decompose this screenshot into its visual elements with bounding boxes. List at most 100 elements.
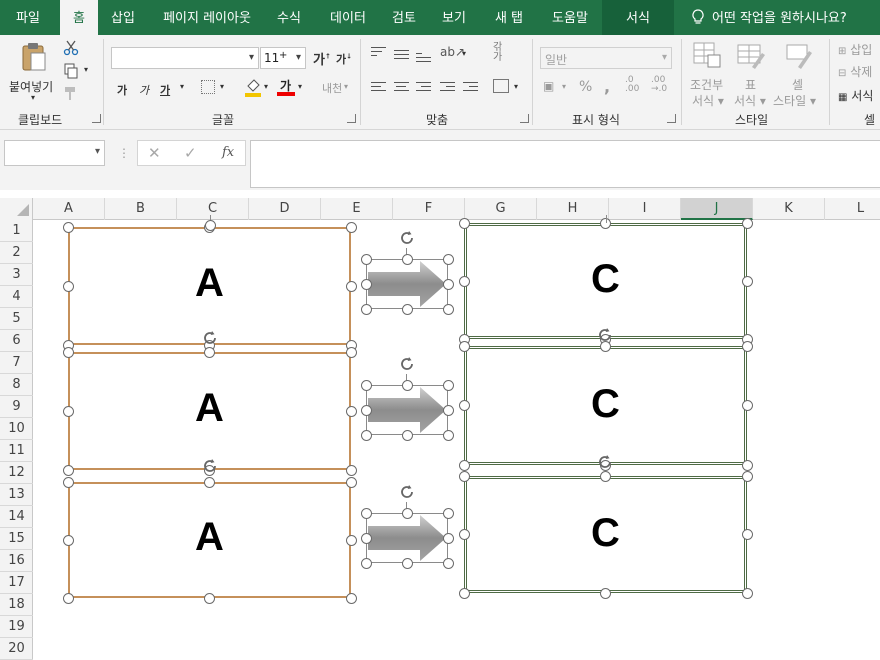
resize-handle[interactable]: [741, 587, 753, 599]
resize-handle[interactable]: [442, 253, 454, 265]
merge-center-icon[interactable]: [493, 79, 509, 93]
align-bottom-icon[interactable]: [416, 53, 431, 65]
formula-input[interactable]: [250, 140, 880, 188]
resize-handle[interactable]: [360, 404, 372, 416]
decrease-decimal-icon[interactable]: .00 →.0: [651, 76, 667, 94]
resize-handle[interactable]: [442, 379, 454, 391]
resize-handle[interactable]: [204, 476, 215, 488]
borders-dropdown-icon[interactable]: ▾: [220, 82, 224, 91]
insert-function-button[interactable]: fx: [222, 145, 234, 160]
right-arrow-shape[interactable]: [366, 385, 448, 435]
conditional-format-button[interactable]: 조건부: [690, 76, 723, 93]
font-name-combo[interactable]: ▾: [111, 47, 259, 69]
resize-handle[interactable]: [442, 507, 454, 519]
fill-color-dropdown-icon[interactable]: ▾: [264, 82, 268, 91]
resize-handle[interactable]: [741, 340, 753, 352]
percent-button[interactable]: %: [579, 79, 592, 95]
chevron-down-icon[interactable]: ▾: [95, 146, 100, 157]
shape-box-c[interactable]: C: [464, 223, 747, 339]
rotate-handle-icon[interactable]: [201, 457, 219, 475]
tab-view[interactable]: 보기: [433, 0, 475, 35]
rotate-handle-icon[interactable]: [398, 229, 416, 247]
resize-handle[interactable]: [62, 221, 74, 233]
rotate-handle-icon[interactable]: [596, 453, 614, 471]
resize-handle[interactable]: [204, 592, 215, 604]
decrease-indent-icon[interactable]: [440, 82, 455, 94]
resize-handle[interactable]: [345, 534, 357, 546]
resize-handle[interactable]: [360, 303, 372, 315]
shrink-font-icon[interactable]: 가↓: [336, 51, 352, 67]
increase-indent-icon[interactable]: [463, 82, 478, 94]
font-color-dropdown-icon[interactable]: ▾: [298, 82, 302, 91]
resize-handle[interactable]: [360, 429, 372, 441]
resize-handle[interactable]: [62, 464, 74, 476]
resize-handle[interactable]: [62, 346, 74, 358]
shape-box-c[interactable]: C: [464, 476, 747, 593]
tab-home[interactable]: 홈: [60, 0, 98, 36]
resize-handle[interactable]: [458, 470, 470, 482]
resize-handle[interactable]: [458, 587, 470, 599]
tab-format[interactable]: 서식: [602, 0, 674, 35]
tab-formulas[interactable]: 수식: [268, 0, 310, 35]
tab-review[interactable]: 검토: [383, 0, 425, 35]
shape-box-a[interactable]: A: [68, 352, 351, 470]
tab-help[interactable]: 도움말: [541, 0, 599, 35]
resize-handle[interactable]: [442, 429, 454, 441]
fill-color-icon[interactable]: [244, 78, 262, 101]
resize-handle[interactable]: [741, 217, 753, 229]
paste-icon[interactable]: [20, 41, 48, 73]
resize-handle[interactable]: [345, 346, 357, 358]
insert-cells-button[interactable]: ⊞ 삽입: [838, 41, 872, 58]
accounting-format-icon[interactable]: ▣: [543, 79, 554, 93]
tab-page-layout[interactable]: 페이지 레이아웃: [155, 0, 259, 35]
rotate-handle-icon[interactable]: [201, 329, 219, 347]
right-arrow-shape[interactable]: [366, 513, 448, 563]
align-top-icon[interactable]: [371, 47, 386, 59]
format-as-table-icon[interactable]: [736, 41, 766, 69]
comma-button[interactable]: ,: [604, 77, 610, 96]
font-launcher-icon[interactable]: [347, 114, 356, 123]
clipboard-launcher-icon[interactable]: [92, 114, 101, 123]
resize-handle[interactable]: [345, 476, 357, 488]
copy-icon[interactable]: [63, 63, 79, 82]
resize-handle[interactable]: [62, 592, 74, 604]
conditional-format-line2[interactable]: 서식 ▾: [692, 92, 724, 109]
worksheet-grid[interactable]: ABCDEFGHIJKL 1 2 3 4 5 6 7 8 9 10 11 12 13 14 15 16 17 18…: [0, 198, 880, 660]
cut-icon[interactable]: [63, 40, 79, 59]
resize-handle[interactable]: [360, 379, 372, 391]
resize-handle[interactable]: [62, 405, 74, 417]
rotate-handle-icon[interactable]: [596, 326, 614, 344]
resize-handle[interactable]: [442, 404, 454, 416]
copy-dropdown-icon[interactable]: ▾: [84, 65, 88, 74]
resize-handle[interactable]: [401, 379, 413, 391]
resize-handle[interactable]: [600, 587, 611, 599]
align-right-icon[interactable]: [416, 82, 431, 94]
align-center-icon[interactable]: [394, 82, 409, 94]
resize-handle[interactable]: [360, 278, 372, 290]
resize-handle[interactable]: [401, 303, 413, 315]
resize-handle[interactable]: [442, 532, 454, 544]
conditional-format-icon[interactable]: [692, 41, 722, 69]
resize-handle[interactable]: [62, 476, 74, 488]
tab-file[interactable]: 파일: [6, 0, 50, 35]
phonetic-dropdown-icon[interactable]: ▾: [344, 82, 348, 91]
format-as-table-line2[interactable]: 서식 ▾: [734, 92, 766, 109]
underline-dropdown-icon[interactable]: ▾: [180, 82, 184, 91]
borders-icon[interactable]: [201, 80, 215, 94]
wrap-text-icon[interactable]: 갂가: [493, 43, 502, 63]
resize-handle[interactable]: [360, 253, 372, 265]
resize-handle[interactable]: [600, 470, 611, 482]
resize-handle[interactable]: [442, 557, 454, 569]
resize-handle[interactable]: [458, 529, 470, 540]
rotate-handle-icon[interactable]: [398, 355, 416, 373]
delete-cells-button[interactable]: ⊟ 삭제: [838, 63, 872, 80]
merge-dropdown-icon[interactable]: ▾: [514, 82, 518, 91]
resize-handle[interactable]: [442, 303, 454, 315]
resize-handle[interactable]: [741, 275, 753, 287]
more-icon[interactable]: ⋮: [118, 146, 130, 160]
resize-handle[interactable]: [204, 219, 216, 231]
resize-handle[interactable]: [345, 592, 357, 604]
resize-handle[interactable]: [360, 507, 372, 519]
italic-button[interactable]: 가: [139, 82, 149, 98]
font-color-icon[interactable]: 가: [277, 77, 295, 97]
